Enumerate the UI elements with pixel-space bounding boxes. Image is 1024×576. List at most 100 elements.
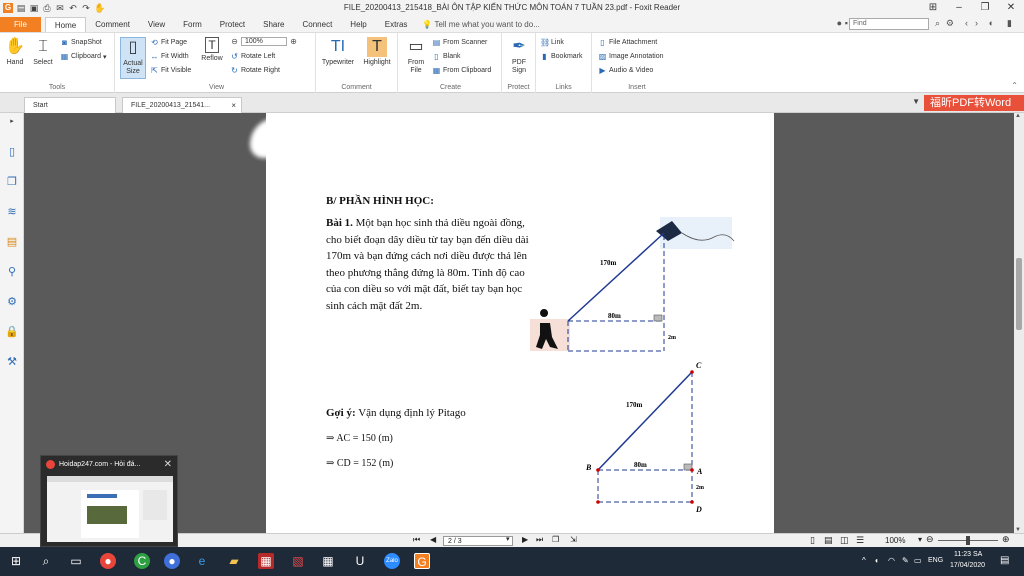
browser-icon[interactable]: ● xyxy=(164,553,180,569)
search-icon[interactable]: ⌕ xyxy=(935,18,940,29)
tab-view[interactable]: View xyxy=(139,17,174,32)
expand-panel-icon[interactable]: ▸ xyxy=(5,115,19,129)
reflow-button[interactable]: T Reflow xyxy=(198,37,226,63)
tab-form[interactable]: Form xyxy=(174,17,211,32)
zoom-control[interactable]: ⊖ 100% ⊕ xyxy=(230,37,298,46)
clock-date[interactable]: 17/04/2020 xyxy=(950,562,985,569)
unity-icon[interactable]: U xyxy=(352,553,368,569)
close-icon[interactable]: ✕ xyxy=(164,459,172,470)
fit-page-button[interactable]: ⟲ Fit Page xyxy=(150,38,187,47)
next-page-icon[interactable]: ▶ xyxy=(522,535,528,544)
tab-protect[interactable]: Protect xyxy=(211,17,254,32)
chrome-icon[interactable]: ● xyxy=(100,553,116,569)
zoom-out-button[interactable]: ⊖ xyxy=(926,534,934,545)
close-tab-icon[interactable]: × xyxy=(231,98,236,113)
page-dropdown-icon[interactable]: ▾ xyxy=(506,535,510,543)
chrome-thumbnail-preview[interactable]: Hoidap247.com - Hỏi đá... ✕ xyxy=(40,455,178,547)
last-page-icon[interactable]: ⏭ xyxy=(536,535,543,545)
first-page-icon[interactable]: ⏮ xyxy=(413,535,420,545)
from-scanner-button[interactable]: ▤ From Scanner xyxy=(432,38,488,47)
scroll-up-icon[interactable]: ▲ xyxy=(1015,113,1021,119)
continuous-view-icon[interactable]: ▤ xyxy=(824,535,833,546)
wifi-icon[interactable]: ◠ xyxy=(888,556,895,565)
highlight-button[interactable]: T Highlight xyxy=(360,37,394,67)
tab-dropdown-icon[interactable]: ▼ xyxy=(912,97,920,106)
audio-video-button[interactable]: ▶ Audio & Video xyxy=(598,66,653,75)
keyboard-icon[interactable]: ▭ xyxy=(914,556,922,565)
hand-button[interactable]: ✋ Hand xyxy=(4,37,26,67)
tab-help[interactable]: Help xyxy=(341,17,375,32)
copy-page-icon[interactable]: ❐ xyxy=(552,535,559,544)
fit-visible-button[interactable]: ⇱ Fit Visible xyxy=(150,66,191,75)
tab-document[interactable]: FILE_20200413_21541... × xyxy=(122,97,242,113)
clipboard-button[interactable]: ▦ Clipboard ▾ xyxy=(60,52,107,61)
typewriter-button[interactable]: TI Typewriter xyxy=(318,37,358,67)
convert-to-word-banner[interactable]: 福昕PDF转Word xyxy=(924,95,1024,111)
edge-icon[interactable]: e xyxy=(194,553,210,569)
next-icon[interactable]: › xyxy=(975,18,978,28)
open-icon[interactable]: ▤ xyxy=(16,3,26,13)
link-button[interactable]: ⛓ Link xyxy=(540,38,564,47)
tab-connect[interactable]: Connect xyxy=(294,17,342,32)
rotate-left-button[interactable]: ↺ Rotate Left xyxy=(230,52,275,61)
security-panel-icon[interactable]: 🔒 xyxy=(5,325,19,339)
facing-view-icon[interactable]: ◫ xyxy=(840,535,849,546)
find-input[interactable]: Find xyxy=(849,18,929,30)
attachments-panel-icon[interactable]: ⚲ xyxy=(5,265,19,279)
blank-button[interactable]: ▯ Blank xyxy=(432,52,460,61)
tab-home[interactable]: Home xyxy=(44,17,87,32)
language-indicator[interactable]: ENG xyxy=(928,557,943,564)
zoom-in-button[interactable]: ⊕ xyxy=(1002,534,1010,545)
fit-width-button[interactable]: ↔ Fit Width xyxy=(150,52,189,61)
zoom-input[interactable]: 100% xyxy=(241,37,287,46)
bell-icon[interactable]: ● xyxy=(837,18,842,28)
tell-me-search[interactable]: 💡 Tell me what you want to do... xyxy=(422,17,539,32)
winrar-icon[interactable]: ▦ xyxy=(258,553,274,569)
image-annotation-button[interactable]: ▨ Image Annotation xyxy=(598,52,664,61)
undo-icon[interactable]: ↶ xyxy=(68,3,78,13)
from-clipboard-button[interactable]: ▦ From Clipboard xyxy=(432,66,492,75)
tools-panel-icon[interactable]: ⚒ xyxy=(5,355,19,369)
file-attachment-button[interactable]: ▯ File Attachment xyxy=(598,38,657,47)
snapshot-button[interactable]: ◙ SnapShot xyxy=(60,38,102,47)
tab-extras[interactable]: Extras xyxy=(376,17,417,32)
notifications-icon[interactable]: ▤ xyxy=(1000,555,1009,566)
comments-panel-icon[interactable]: ▤ xyxy=(5,235,19,249)
vertical-scrollbar[interactable]: ▲ ▼ xyxy=(1014,113,1024,533)
foxit-taskbar-icon[interactable]: G xyxy=(414,553,430,569)
tab-file[interactable]: File xyxy=(0,17,41,32)
bookmarks-panel-icon[interactable]: ▯ xyxy=(5,145,19,159)
zoom-dropdown-icon[interactable]: ▾ xyxy=(918,535,922,544)
collapse-ribbon-icon[interactable]: ⌃ xyxy=(1011,81,1018,90)
pdf-sign-button[interactable]: ✒ PDF Sign xyxy=(506,37,532,75)
single-page-view-icon[interactable]: ▯ xyxy=(810,535,815,546)
help-icon[interactable]: ◐ xyxy=(989,18,994,28)
prev-icon[interactable]: ‹ xyxy=(965,18,968,28)
print-icon[interactable]: ⎙ xyxy=(42,3,52,13)
scrollbar-thumb[interactable] xyxy=(1016,258,1022,330)
restore-icon[interactable]: ❐ xyxy=(972,0,998,16)
pen-icon[interactable]: ✎ xyxy=(902,556,909,565)
hand-tool-icon[interactable]: ✋ xyxy=(94,3,105,13)
volume-icon[interactable]: ◖ xyxy=(874,556,879,565)
signature-panel-icon[interactable]: ⚙ xyxy=(5,295,19,309)
tab-share[interactable]: Share xyxy=(254,17,293,32)
unikey-icon[interactable]: ▧ xyxy=(290,553,306,569)
pages-panel-icon[interactable]: ❐ xyxy=(5,175,19,189)
ribbon-options-icon[interactable]: ⊞ xyxy=(920,0,946,16)
tray-chevron-icon[interactable]: ^ xyxy=(862,556,866,565)
zalo-icon[interactable]: Zalo xyxy=(384,553,400,569)
continuous-facing-view-icon[interactable]: ☰ xyxy=(856,535,864,546)
bookmark-button[interactable]: ▮ Bookmark xyxy=(540,52,582,61)
settings-icon[interactable]: ⚙ xyxy=(946,18,954,29)
prev-page-icon[interactable]: ◀ xyxy=(430,535,436,544)
save-icon[interactable]: ▣ xyxy=(29,3,39,13)
search-icon[interactable]: ⌕ xyxy=(38,553,54,569)
select-button[interactable]: ⌶ Select xyxy=(30,37,56,67)
from-file-button[interactable]: ▭ From File xyxy=(404,37,428,75)
rotate-right-button[interactable]: ↻ Rotate Right xyxy=(230,66,280,75)
clock-time[interactable]: 11:23 SA xyxy=(954,551,982,558)
email-icon[interactable]: ✉ xyxy=(55,3,65,13)
actual-size-button[interactable]: ▯ Actual Size xyxy=(120,37,146,79)
user-icon[interactable]: ▮ xyxy=(1007,18,1012,29)
